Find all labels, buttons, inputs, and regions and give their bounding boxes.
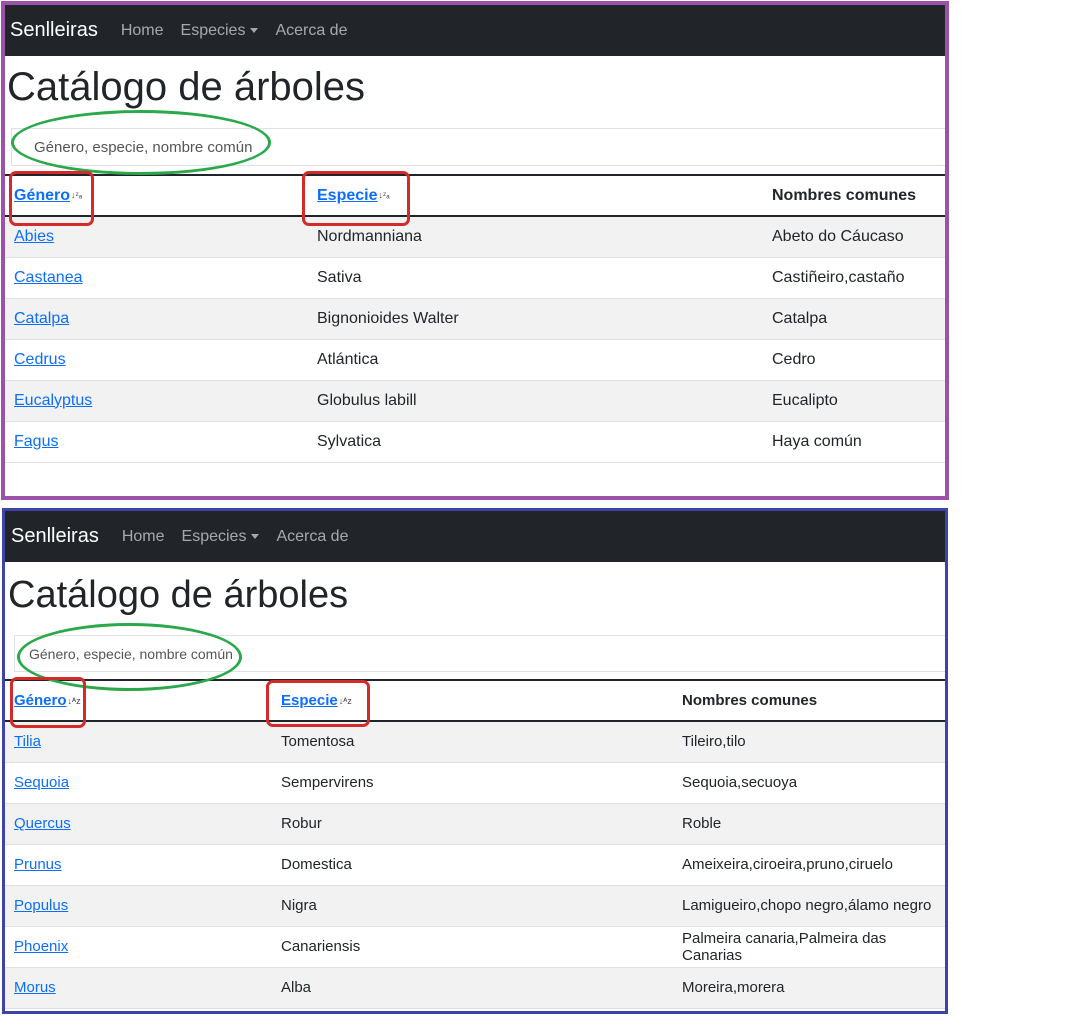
genero-link[interactable]: Sequoia bbox=[14, 774, 69, 791]
nombres-cell: Moreira,morera bbox=[673, 967, 945, 1009]
header-genero: Género↓ᶻₐ bbox=[5, 174, 308, 217]
nombres-cell: Cedro bbox=[763, 339, 945, 381]
especie-cell: Bignonioides Walter bbox=[308, 298, 763, 340]
nombres-cell: Roble bbox=[673, 803, 945, 845]
table-row: Tilia Tomentosa Tileiro,tilo bbox=[5, 721, 945, 763]
navbar: Senlleiras Home Especies Acerca de bbox=[5, 5, 945, 56]
nombres-cell: Abeto do Cáucaso bbox=[763, 216, 945, 258]
genero-link[interactable]: Phoenix bbox=[14, 938, 68, 955]
navbar-brand[interactable]: Senlleiras bbox=[11, 525, 99, 548]
nav-acerca[interactable]: Acerca de bbox=[276, 528, 348, 546]
especie-cell: Nordmanniana bbox=[308, 216, 763, 258]
species-table: Género↓ᶻₐ Especie↓ᶻₐ Nombres comunes Abi… bbox=[5, 174, 945, 463]
navbar: Senlleiras Home Especies Acerca de bbox=[5, 511, 945, 562]
nav-home[interactable]: Home bbox=[121, 22, 164, 40]
table-row: Eucalyptus Globulus labill Eucalipto bbox=[5, 380, 945, 422]
sort-desc-icon: ↓ᶻₐ bbox=[378, 190, 390, 201]
genero-link[interactable]: Populus bbox=[14, 897, 68, 914]
especie-cell: Globulus labill bbox=[308, 380, 763, 422]
especie-cell: Sempervirens bbox=[272, 762, 673, 804]
table-row: Quercus Robur Roble bbox=[5, 803, 945, 845]
navbar-brand[interactable]: Senlleiras bbox=[10, 19, 98, 42]
genero-link[interactable]: Tilia bbox=[14, 733, 41, 750]
search-input[interactable] bbox=[11, 128, 945, 166]
table-header-row: Género↓ᶻₐ Especie↓ᶻₐ Nombres comunes bbox=[5, 174, 945, 217]
search-input[interactable] bbox=[14, 635, 945, 672]
nombres-cell: Castiñeiro,castaño bbox=[763, 257, 945, 299]
sort-genero-link[interactable]: Género bbox=[14, 187, 70, 204]
page-title: Catálogo de árboles bbox=[8, 574, 349, 616]
especie-cell: Sylvatica bbox=[308, 421, 763, 463]
table-row: Castanea Sativa Castiñeiro,castaño bbox=[5, 257, 945, 299]
sort-especie-link[interactable]: Especie bbox=[317, 187, 377, 204]
nav-acerca[interactable]: Acerca de bbox=[275, 22, 347, 40]
genero-link[interactable]: Castanea bbox=[14, 269, 83, 286]
sort-genero-link[interactable]: Género bbox=[14, 692, 67, 709]
nav-especies-dropdown[interactable]: Especies bbox=[182, 528, 260, 546]
especie-cell: Alba bbox=[272, 967, 673, 1009]
nombres-cell: Tileiro,tilo bbox=[673, 721, 945, 763]
genero-link[interactable]: Morus bbox=[14, 979, 56, 996]
nombres-cell: Haya común bbox=[763, 421, 945, 463]
screenshot-panel-ascending: Senlleiras Home Especies Acerca de Catál… bbox=[2, 508, 948, 1014]
chevron-down-icon bbox=[250, 28, 259, 33]
table-row: Phoenix Canariensis Palmeira canaria,Palme… bbox=[5, 926, 945, 968]
nombres-cell: Sequoia,secuoya bbox=[673, 762, 945, 804]
chevron-down-icon bbox=[251, 534, 260, 539]
sort-especie-link[interactable]: Especie bbox=[281, 692, 338, 709]
table-row: Sequoia Sempervirens Sequoia,secuoya bbox=[5, 762, 945, 804]
genero-link[interactable]: Catalpa bbox=[14, 310, 69, 327]
genero-link[interactable]: Quercus bbox=[14, 815, 71, 832]
table-row: Morus Alba Moreira,morera bbox=[5, 967, 945, 1009]
table-row: Cedrus Atlántica Cedro bbox=[5, 339, 945, 381]
nombres-cell: Catalpa bbox=[763, 298, 945, 340]
genero-link[interactable]: Abies bbox=[14, 228, 54, 245]
nombres-cell: Lamigueiro,chopo negro,álamo negro bbox=[673, 885, 945, 927]
genero-link[interactable]: Fagus bbox=[14, 433, 58, 450]
table-row: Prunus Domestica Ameixeira,ciroeira,pruno,… bbox=[5, 844, 945, 886]
sort-asc-icon: ↓ᴬz bbox=[67, 696, 81, 707]
header-especie: Especie↓ᶻₐ bbox=[308, 174, 763, 217]
sort-asc-icon: ↓ᴬz bbox=[338, 696, 352, 707]
nav-especies-label: Especies bbox=[180, 21, 246, 39]
especie-cell: Robur bbox=[272, 803, 673, 845]
table-row: Populus Nigra Lamigueiro,chopo negro,álamo… bbox=[5, 885, 945, 927]
nav-especies-dropdown[interactable]: Especies bbox=[181, 22, 259, 40]
especie-cell: Sativa bbox=[308, 257, 763, 299]
header-nombres: Nombres comunes bbox=[673, 679, 945, 722]
page-title: Catálogo de árboles bbox=[7, 65, 366, 109]
header-especie: Especie↓ᴬz bbox=[272, 679, 673, 722]
especie-cell: Tomentosa bbox=[272, 721, 673, 763]
genero-link[interactable]: Cedrus bbox=[14, 351, 66, 368]
table-row: Abies Nordmanniana Abeto do Cáucaso bbox=[5, 216, 945, 258]
genero-link[interactable]: Eucalyptus bbox=[14, 392, 92, 409]
especie-cell: Atlántica bbox=[308, 339, 763, 381]
sort-desc-icon: ↓ᶻₐ bbox=[71, 190, 83, 201]
especie-cell: Canariensis bbox=[272, 926, 673, 968]
especie-cell: Domestica bbox=[272, 844, 673, 886]
nombres-cell: Eucalipto bbox=[763, 380, 945, 422]
header-genero: Género↓ᴬz bbox=[5, 679, 272, 722]
nombres-cell: Ameixeira,ciroeira,pruno,ciruelo bbox=[673, 844, 945, 886]
nombres-cell: Palmeira canaria,Palmeira das Canarias bbox=[673, 926, 945, 968]
genero-link[interactable]: Prunus bbox=[14, 856, 62, 873]
species-table: Género↓ᴬz Especie↓ᴬz Nombres comunes Til… bbox=[5, 679, 945, 1009]
table-row: Fagus Sylvatica Haya común bbox=[5, 421, 945, 463]
especie-cell: Nigra bbox=[272, 885, 673, 927]
table-header-row: Género↓ᴬz Especie↓ᴬz Nombres comunes bbox=[5, 679, 945, 722]
table-row: Catalpa Bignonioides Walter Catalpa bbox=[5, 298, 945, 340]
nav-home[interactable]: Home bbox=[122, 528, 165, 546]
header-nombres: Nombres comunes bbox=[763, 174, 945, 217]
nav-especies-label: Especies bbox=[181, 527, 247, 545]
screenshot-panel-descending: Senlleiras Home Especies Acerca de Catál… bbox=[1, 1, 949, 500]
